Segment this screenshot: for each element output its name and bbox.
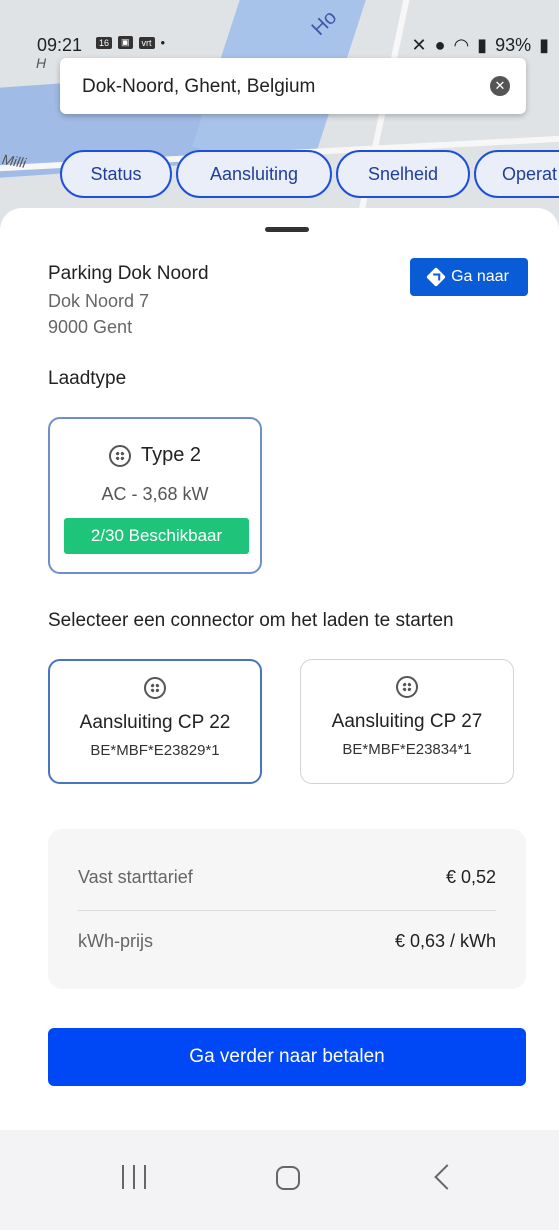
charge-type-heading: Laadtype bbox=[48, 368, 127, 389]
start-fee-value: € 0,52 bbox=[445, 867, 496, 887]
filter-chip-snelheid[interactable]: Snelheid bbox=[336, 150, 470, 198]
charge-type-label: Type 2 bbox=[140, 444, 202, 466]
continue-to-payment-button[interactable]: Ga verder naar betalen bbox=[48, 1028, 526, 1086]
connector-code: BE*MBF*E23829*1 bbox=[90, 742, 220, 759]
charge-type-card[interactable]: Type 2 AC - 3,68 kW 2/30 Beschikbaar bbox=[48, 417, 262, 574]
type2-plug-icon bbox=[396, 676, 418, 698]
availability-badge: 2/30 Beschikbaar bbox=[64, 518, 249, 554]
directions-icon bbox=[426, 267, 446, 287]
location-bottom-sheet: Parking Dok Noord Dok Noord 7 9000 Gent … bbox=[0, 208, 559, 1130]
start-fee-label: Vast starttarief bbox=[78, 867, 193, 887]
status-time: 09:21 bbox=[37, 35, 83, 55]
mute-icon: ✕ bbox=[411, 35, 427, 55]
location-street: Dok Noord 7 bbox=[48, 291, 150, 311]
location-icon: ● bbox=[434, 35, 446, 55]
home-icon[interactable] bbox=[276, 1166, 300, 1190]
connector-heading: Selecteer een connector om het laden te … bbox=[48, 610, 454, 631]
status-bar: 09:21 16 ▣ vrt • ✕ ● ◠ ▮ 93% ▮ bbox=[0, 0, 559, 55]
connector-plug bbox=[50, 677, 260, 704]
kwh-price-value: € 0,63 / kWh bbox=[394, 931, 496, 951]
kwh-price-label: kWh-prijs bbox=[78, 931, 153, 951]
filter-chips: Status Aansluiting Snelheid Operat bbox=[60, 150, 559, 202]
battery-level: 93% bbox=[495, 35, 532, 55]
wifi-icon: ◠ bbox=[453, 35, 470, 55]
connector-name: Aansluiting CP 22 bbox=[79, 712, 231, 733]
charge-type-row: Type 2 bbox=[50, 444, 260, 467]
connector-code: BE*MBF*E23834*1 bbox=[342, 741, 472, 758]
system-icons: ✕ ● ◠ ▮ 93% ▮ bbox=[411, 35, 549, 56]
gallery-icon: ▣ bbox=[118, 36, 133, 49]
clear-icon[interactable]: ✕ bbox=[490, 76, 510, 96]
connector-card-cp27[interactable]: Aansluiting CP 27 BE*MBF*E23834*1 bbox=[300, 659, 514, 784]
recents-icon[interactable] bbox=[122, 1165, 146, 1191]
drag-handle[interactable] bbox=[265, 227, 309, 232]
type2-plug-icon bbox=[108, 444, 131, 467]
pricing-divider bbox=[78, 910, 496, 911]
notification-icons: 16 ▣ vrt • bbox=[96, 35, 165, 50]
battery-icon: ▮ bbox=[539, 35, 549, 55]
map-label: H bbox=[36, 55, 47, 71]
connector-card-cp22[interactable]: Aansluiting CP 22 BE*MBF*E23829*1 bbox=[48, 659, 262, 784]
calendar-icon: 16 bbox=[96, 36, 113, 49]
connector-name: Aansluiting CP 27 bbox=[331, 711, 483, 732]
search-input[interactable]: Dok-Noord, Ghent, Belgium bbox=[82, 76, 315, 98]
connector-plug bbox=[301, 676, 513, 703]
filter-chip-operator[interactable]: Operat bbox=[474, 150, 559, 198]
filter-chip-aansluiting[interactable]: Aansluiting bbox=[176, 150, 332, 198]
pricing-panel: Vast starttarief € 0,52 kWh-prijs € 0,63… bbox=[48, 829, 526, 989]
location-name: Parking Dok Noord bbox=[48, 263, 209, 284]
type2-plug-icon bbox=[144, 677, 166, 699]
search-bar[interactable]: Dok-Noord, Ghent, Belgium ✕ bbox=[60, 58, 526, 114]
system-nav-bar bbox=[0, 1130, 559, 1230]
location-city: 9000 Gent bbox=[48, 317, 133, 337]
navigate-button[interactable]: Ga naar bbox=[410, 258, 528, 296]
signal-icon: ▮ bbox=[477, 35, 488, 55]
navigate-label: Ga naar bbox=[451, 268, 509, 285]
vrt-icon: vrt bbox=[138, 36, 155, 49]
more-dot-icon: • bbox=[160, 35, 166, 50]
filter-chip-status[interactable]: Status bbox=[60, 150, 172, 198]
back-icon[interactable] bbox=[434, 1164, 460, 1190]
charge-power: AC - 3,68 kW bbox=[101, 484, 209, 504]
